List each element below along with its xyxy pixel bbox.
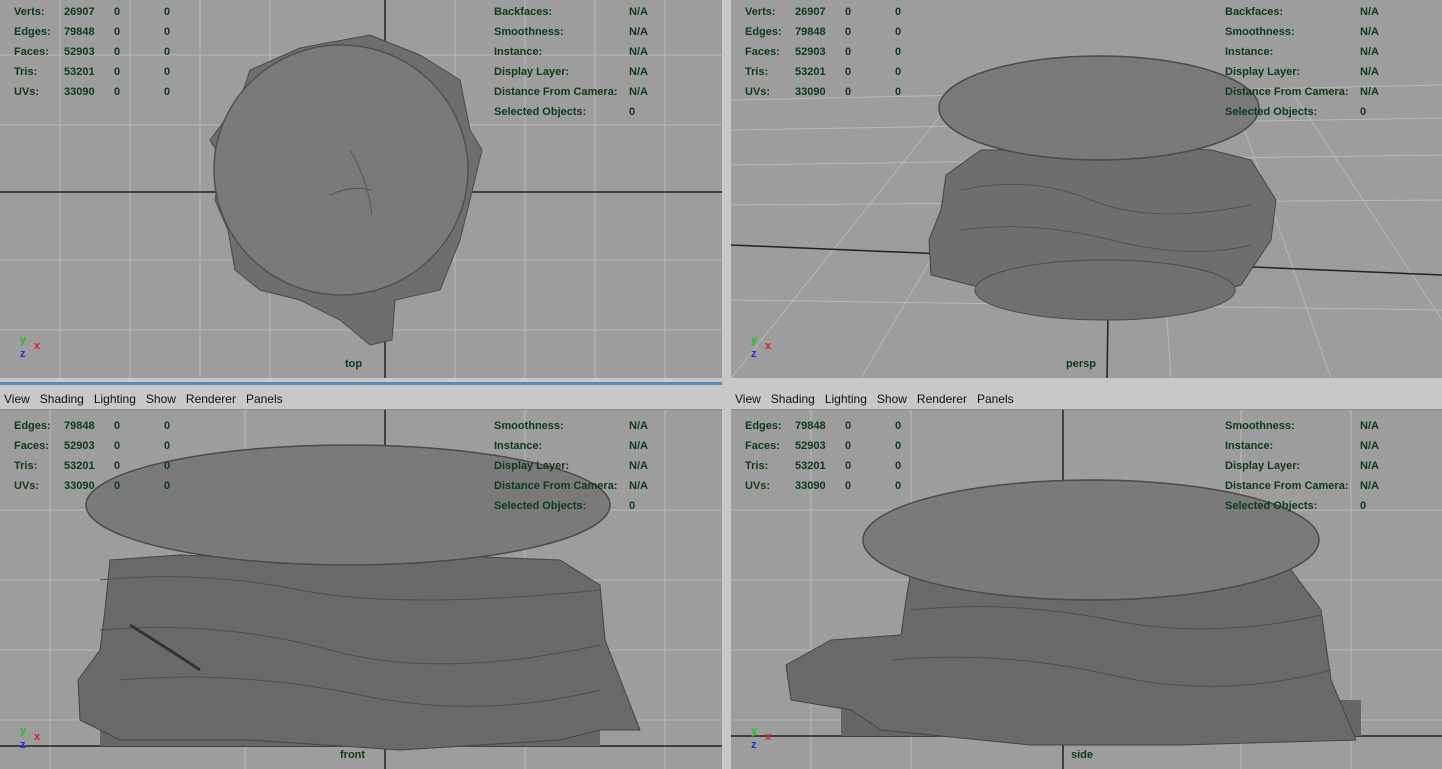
menu-show[interactable]: Show xyxy=(146,392,176,406)
viewport-panel-side[interactable]: View Shading Lighting Show Renderer Pane… xyxy=(731,389,1442,769)
axis-z-label: z xyxy=(751,348,757,360)
menu-view[interactable]: View xyxy=(735,392,761,406)
info-row-instance: Instance: N/A xyxy=(494,46,648,58)
poly-count-hud: Verts:2690700 Edges:7984800 Faces:529030… xyxy=(745,2,945,102)
menu-shading[interactable]: Shading xyxy=(771,392,815,406)
info-row-display-layer: Display Layer: N/A xyxy=(494,460,648,472)
axis-indicator-front: y x z xyxy=(18,725,54,759)
info-row-display-layer: Display Layer: N/A xyxy=(1225,66,1379,78)
stat-row-edges: Edges: 79848 0 0 xyxy=(745,420,902,432)
pane-splitter-horizontal[interactable] xyxy=(0,378,1442,389)
stat-row-edges: Edges: 79848 0 0 xyxy=(745,26,902,38)
info-row-selected: Selected Objects: 0 xyxy=(1225,500,1367,512)
panel-menu-bar: View Shading Lighting Show Renderer Pane… xyxy=(731,389,1442,410)
info-row-display-layer: Display Layer: N/A xyxy=(1225,460,1379,472)
stat-row-uvs: UVs: 33090 0 0 xyxy=(14,480,171,492)
object-details-hud: Backfaces:N/A Smoothness:N/A Instance:N/… xyxy=(1225,2,1420,122)
axis-y-label: y xyxy=(20,725,27,737)
info-row-distance: Distance From Camera: N/A xyxy=(494,86,648,98)
camera-label-top: top xyxy=(345,358,363,370)
stat-row-uvs: UVs: 33090 0 0 xyxy=(14,86,171,98)
poly-count-hud: Verts:2690700 Edges:7984800 Faces:529030… xyxy=(14,2,214,102)
axis-indicator-side: y x z xyxy=(749,725,785,759)
object-details-hud: Backfaces:N/A Smoothness:N/A Instance:N/… xyxy=(494,410,689,516)
camera-label-persp: persp xyxy=(1066,358,1096,370)
viewport-panel-top[interactable]: Verts: 26907 0 0 Edges: 79848 0 0 Faces: 52903 0… xyxy=(0,0,722,378)
info-row-smoothness: Smoothness: N/A xyxy=(1225,26,1379,38)
viewport-panel-persp[interactable]: Verts: 26907 0 0 Edges: 79848 0 0 Faces: 52903 0… xyxy=(731,0,1442,378)
axis-x-label: x xyxy=(765,731,772,743)
stat-row-uvs: UVs: 33090 0 0 xyxy=(745,480,902,492)
panel-menu-bar: View Shading Lighting Show Renderer Pane… xyxy=(0,389,722,410)
axis-z-label: z xyxy=(20,348,26,360)
viewport-top[interactable]: Verts: 26907 0 0 Edges: 79848 0 0 Faces: 52903 0… xyxy=(0,0,722,378)
axis-y-label: y xyxy=(20,334,27,346)
info-row-backfaces: Backfaces:N/A xyxy=(1225,6,1379,18)
menu-panels[interactable]: Panels xyxy=(977,392,1014,406)
viewport-persp[interactable]: Verts: 26907 0 0 Edges: 79848 0 0 Faces: 52903 0… xyxy=(731,0,1442,378)
maya-four-view-layout: Verts: 26907 0 0 Edges: 79848 0 0 Faces: 52903 0… xyxy=(0,0,1442,769)
info-row-smoothness: Smoothness: N/A xyxy=(494,26,648,38)
poly-count-hud: Verts:2690700 Edges:7984800 Faces:529030… xyxy=(745,410,945,496)
info-row-smoothness: Smoothness: N/A xyxy=(1225,420,1379,432)
object-details-hud: Backfaces:N/A Smoothness:N/A Instance:N/… xyxy=(1225,410,1420,516)
camera-label-side: side xyxy=(1071,749,1094,761)
axis-x-label: x xyxy=(34,340,41,352)
menu-lighting[interactable]: Lighting xyxy=(94,392,136,406)
menu-panels[interactable]: Panels xyxy=(246,392,283,406)
stat-row-tris: Tris: 53201 0 0 xyxy=(14,460,171,472)
info-row-smoothness: Smoothness: N/A xyxy=(494,420,648,432)
axis-x-label: x xyxy=(765,340,772,352)
info-row-backfaces: Backfaces:N/A xyxy=(494,6,648,18)
menu-shading[interactable]: Shading xyxy=(40,392,84,406)
stat-row-faces: Faces: 52903 0 0 xyxy=(14,46,171,58)
info-row-selected: Selected Objects: 0 xyxy=(1225,106,1367,118)
info-row-distance: Distance From Camera: N/A xyxy=(1225,86,1379,98)
menu-renderer[interactable]: Renderer xyxy=(186,392,236,406)
info-row-selected: Selected Objects: 0 xyxy=(494,500,636,512)
axis-indicator-top: y x z xyxy=(18,334,54,368)
axis-indicator-persp: y x z xyxy=(749,334,785,368)
menu-lighting[interactable]: Lighting xyxy=(825,392,867,406)
stat-row-verts: Verts:2690700 xyxy=(14,6,171,18)
info-row-selected: Selected Objects: 0 xyxy=(494,106,636,118)
axis-y-label: y xyxy=(751,334,758,346)
viewport-side[interactable]: Verts:2690700 Edges:7984800 Faces:529030… xyxy=(731,410,1442,769)
stat-row-faces: Faces: 52903 0 0 xyxy=(745,440,902,452)
stat-row-verts: Verts:2690700 xyxy=(745,6,902,18)
info-row-distance: Distance From Camera: N/A xyxy=(494,480,648,492)
viewport-front[interactable]: Verts:2690700 Edges:7984800 Faces:529030… xyxy=(0,410,722,769)
object-details-hud: Backfaces:N/A Smoothness:N/A Instance:N/… xyxy=(494,2,689,122)
menu-view[interactable]: View xyxy=(4,392,30,406)
info-row-distance: Distance From Camera: N/A xyxy=(1225,480,1379,492)
axis-z-label: z xyxy=(751,739,757,751)
stat-row-tris: Tris: 53201 0 0 xyxy=(745,66,902,78)
stat-row-faces: Faces: 52903 0 0 xyxy=(745,46,902,58)
active-pane-indicator xyxy=(0,382,722,385)
stat-row-edges: Edges: 79848 0 0 xyxy=(14,420,171,432)
info-row-instance: Instance: N/A xyxy=(1225,46,1379,58)
stat-row-tris: Tris: 53201 0 0 xyxy=(14,66,171,78)
viewport-panel-front[interactable]: View Shading Lighting Show Renderer Pane… xyxy=(0,389,722,769)
info-row-display-layer: Display Layer: N/A xyxy=(494,66,648,78)
info-row-instance: Instance: N/A xyxy=(494,440,648,452)
info-row-instance: Instance: N/A xyxy=(1225,440,1379,452)
camera-label-front: front xyxy=(340,749,366,761)
stat-row-faces: Faces: 52903 0 0 xyxy=(14,440,171,452)
stat-row-tris: Tris: 53201 0 0 xyxy=(745,460,902,472)
stat-row-uvs: UVs: 33090 0 0 xyxy=(745,86,902,98)
axis-x-label: x xyxy=(34,731,41,743)
menu-show[interactable]: Show xyxy=(877,392,907,406)
menu-renderer[interactable]: Renderer xyxy=(917,392,967,406)
axis-y-label: y xyxy=(751,725,758,737)
poly-count-hud: Verts:2690700 Edges:7984800 Faces:529030… xyxy=(14,410,214,496)
stat-row-edges: Edges: 79848 0 0 xyxy=(14,26,171,38)
axis-z-label: z xyxy=(20,739,26,751)
